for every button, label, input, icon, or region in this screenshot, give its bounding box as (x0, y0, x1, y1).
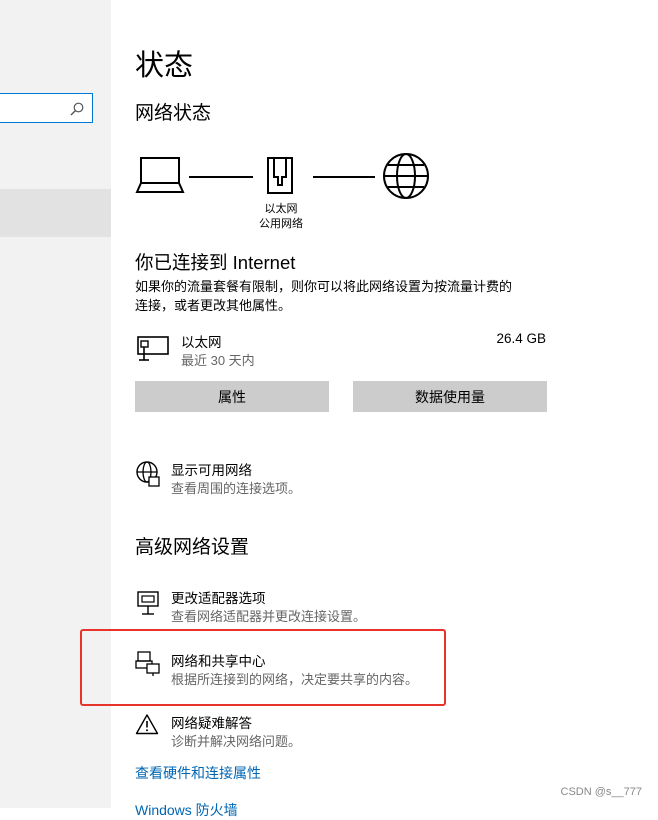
highlight-box (80, 629, 446, 706)
hardware-properties-link[interactable]: 查看硬件和连接属性 (135, 763, 261, 783)
ethernet-icon (267, 157, 293, 194)
watermark: CSDN @s__777 (560, 786, 642, 798)
show-networks-desc: 查看周围的连接选项。 (171, 481, 302, 496)
globe-icon (383, 153, 429, 199)
properties-button[interactable]: 属性 (135, 381, 329, 412)
ethernet-adapter-icon (137, 336, 169, 361)
connection-line (189, 176, 253, 178)
network-label: 以太网 公用网络 (259, 203, 303, 230)
adapter-options-link[interactable]: 更改适配器选项 (171, 587, 266, 607)
troubleshoot-link[interactable]: 网络疑难解答 (171, 712, 252, 732)
data-usage-value: 26.4 GB (496, 331, 546, 346)
adapter-options-desc: 查看网络适配器并更改连接设置。 (171, 609, 367, 624)
show-networks-link[interactable]: 显示可用网络 (171, 459, 252, 479)
connection-line (313, 176, 375, 178)
connection-description: 如果你的流量套餐有限制，则你可以将此网络设置为按流量计费的 连接，或者更改其他属… (135, 279, 513, 313)
search-input[interactable] (0, 93, 93, 123)
search-icon (70, 102, 84, 116)
page-title: 状态 (135, 50, 194, 82)
network-status-diagram: 以太网 公用网络 (135, 150, 455, 235)
sidebar-item-status[interactable] (0, 189, 111, 237)
troubleshoot-desc: 诊断并解决网络问题。 (171, 734, 302, 749)
data-usage-button[interactable]: 数据使用量 (353, 381, 547, 412)
advanced-settings-heading: 高级网络设置 (135, 537, 250, 558)
adapter-options-icon (137, 591, 159, 615)
connection-status-title: 你已连接到 Internet (135, 252, 296, 273)
warning-icon (135, 714, 159, 735)
ethernet-name: 以太网 (181, 335, 222, 350)
ethernet-period: 最近 30 天内 (181, 353, 255, 368)
network-status-heading: 网络状态 (135, 103, 212, 124)
globe-network-icon (136, 461, 160, 487)
firewall-link[interactable]: Windows 防火墙 (135, 800, 238, 820)
laptop-icon (135, 157, 185, 193)
